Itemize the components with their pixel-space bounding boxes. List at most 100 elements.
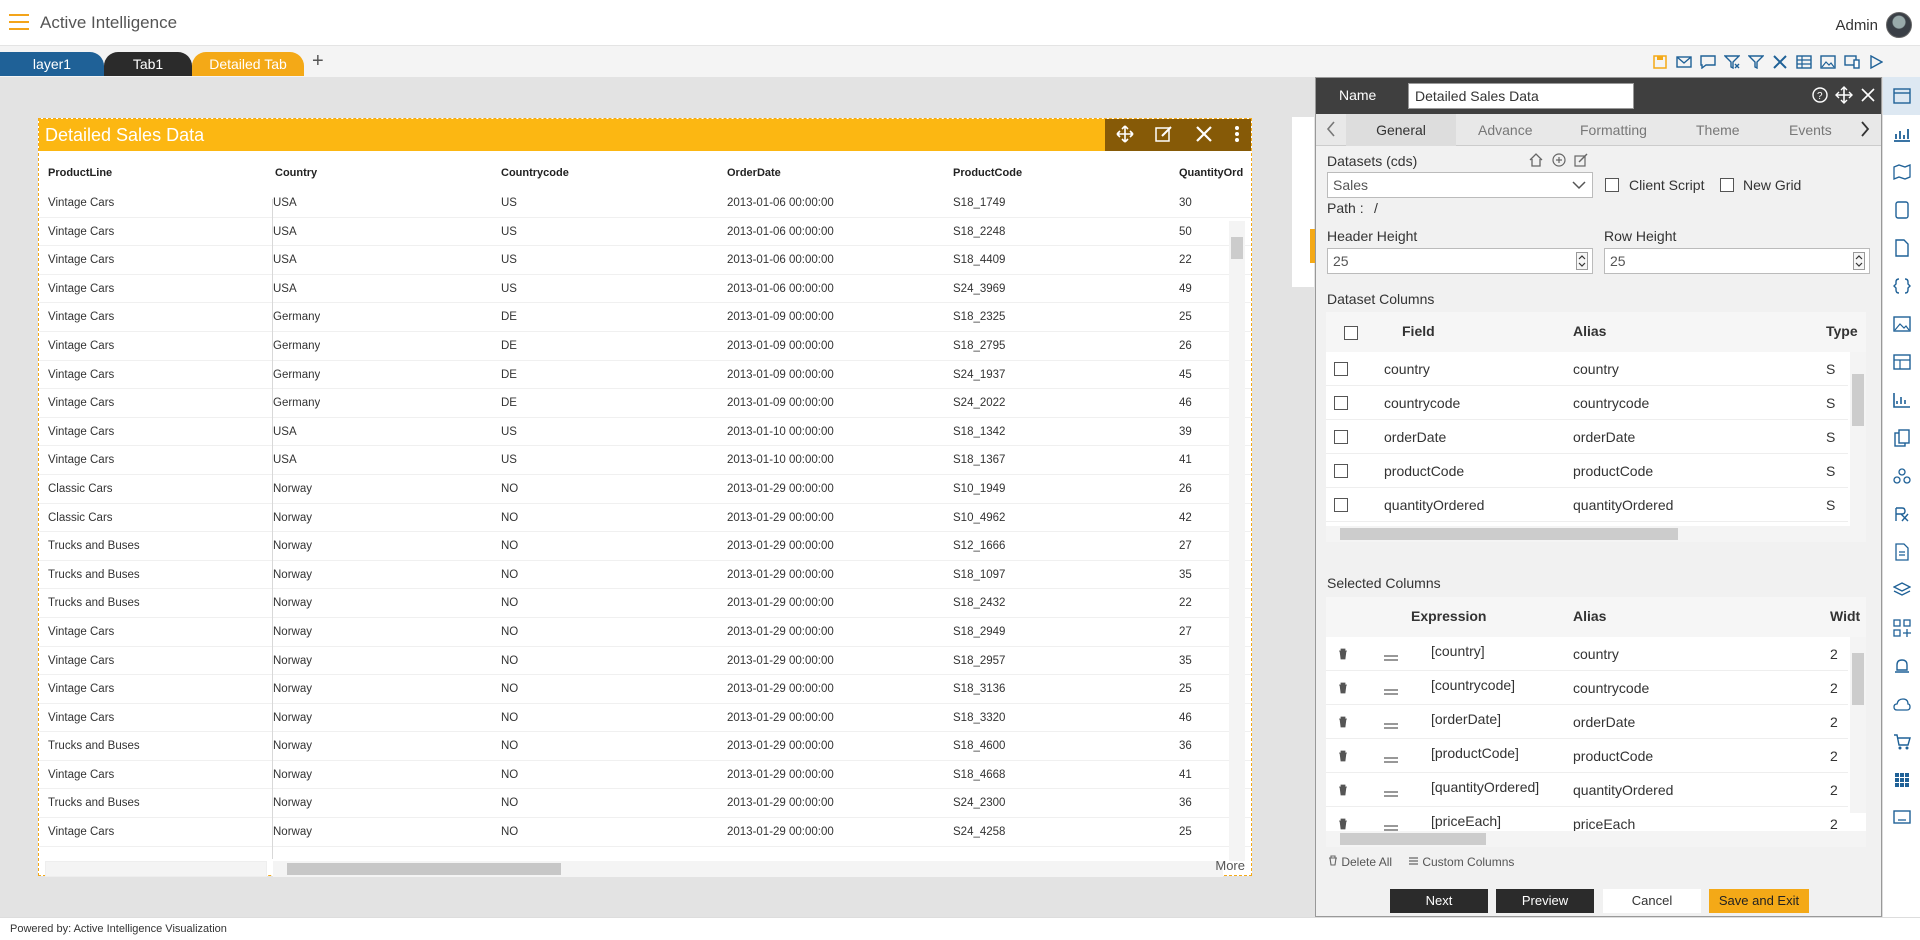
close-icon[interactable] — [1859, 86, 1877, 107]
column-header[interactable]: Country — [275, 167, 317, 179]
frozen-horizontal-scrollbar[interactable] — [45, 861, 267, 877]
client-script-checkbox[interactable] — [1605, 178, 1619, 192]
stepper-icon[interactable] — [1576, 252, 1588, 273]
tab-layer1[interactable]: layer1 — [0, 52, 104, 76]
help-icon[interactable]: ? — [1811, 86, 1829, 107]
horizontal-scrollbar[interactable] — [273, 861, 1223, 877]
table-row[interactable]: Vintage Cars Germany DE 2013-01-09 00:00:00… — [39, 332, 1251, 361]
list-item[interactable]: productCode productCode S — [1326, 454, 1848, 488]
row-checkbox[interactable] — [1334, 362, 1348, 376]
table-row[interactable]: Trucks and Buses Norway NO 2013-01-29 00:00… — [39, 532, 1251, 561]
next-button[interactable]: Next — [1390, 889, 1488, 913]
row-checkbox[interactable] — [1334, 396, 1348, 410]
play-icon[interactable] — [1866, 52, 1886, 72]
drag-handle-icon[interactable] — [1384, 683, 1398, 699]
layers-icon[interactable] — [1883, 571, 1920, 609]
table-row[interactable]: Vintage Cars Norway NO 2013-01-29 00:00:00 S… — [39, 818, 1251, 847]
avatar[interactable] — [1886, 12, 1912, 38]
alert-icon[interactable] — [1883, 647, 1920, 685]
trash-icon[interactable] — [1338, 715, 1348, 731]
horizontal-scrollbar[interactable] — [1326, 831, 1866, 847]
tabs-prev-icon[interactable] — [1326, 120, 1336, 141]
add-dataset-icon[interactable] — [1552, 153, 1566, 170]
table-row[interactable]: Classic Cars Norway NO 2013-01-29 00:00:00 S… — [39, 475, 1251, 504]
move-icon[interactable] — [1116, 124, 1134, 146]
table-row[interactable]: Vintage Cars USA US 2013-01-06 00:00:00 S18_… — [39, 246, 1251, 275]
table-row[interactable]: Vintage Cars USA US 2013-01-06 00:00:00 S18_… — [39, 218, 1251, 247]
screen-icon[interactable] — [1883, 799, 1920, 837]
trash-icon[interactable] — [1338, 749, 1348, 765]
report-icon[interactable] — [1883, 533, 1920, 571]
network-icon[interactable] — [1883, 457, 1920, 495]
custom-columns-button[interactable]: Custom Columns — [1408, 855, 1514, 869]
home-icon[interactable] — [1529, 153, 1543, 170]
table-row[interactable]: Vintage Cars Norway NO 2013-01-29 00:00:00 S… — [39, 618, 1251, 647]
row-checkbox[interactable] — [1334, 498, 1348, 512]
list-item[interactable]: [countrycode] countrycode 2 — [1326, 671, 1848, 705]
column-header[interactable]: OrderDate — [727, 167, 781, 179]
comment-icon[interactable] — [1698, 52, 1718, 72]
tab-theme[interactable]: Theme — [1696, 122, 1740, 138]
header-height-input[interactable]: 25 — [1327, 248, 1593, 274]
table-row[interactable]: Trucks and Buses Norway NO 2013-01-29 00:00… — [39, 561, 1251, 590]
drag-handle-icon[interactable] — [1384, 785, 1398, 801]
tab-events[interactable]: Events — [1789, 122, 1832, 138]
device-icon[interactable] — [1842, 52, 1862, 72]
column-header[interactable]: ProductCode — [953, 167, 1022, 179]
list-item[interactable]: [orderDate] orderDate 2 — [1326, 705, 1848, 739]
select-all-checkbox[interactable] — [1344, 326, 1358, 340]
list-item[interactable]: country country S — [1326, 352, 1848, 386]
table-row[interactable]: Vintage Cars Germany DE 2013-01-09 00:00:00… — [39, 361, 1251, 390]
cloud-upload-icon[interactable] — [1883, 685, 1920, 723]
clear-filter-icon[interactable] — [1722, 52, 1742, 72]
name-input[interactable] — [1408, 83, 1634, 109]
table-row[interactable]: Vintage Cars Germany DE 2013-01-09 00:00:00… — [39, 389, 1251, 418]
more-link[interactable]: More — [1215, 858, 1245, 873]
column-header[interactable]: QuantityOrd — [1179, 167, 1251, 179]
cart-icon[interactable] — [1883, 723, 1920, 761]
vertical-scrollbar[interactable] — [1850, 352, 1866, 526]
tab-formatting[interactable]: Formatting — [1580, 122, 1647, 138]
apps-icon[interactable] — [1883, 761, 1920, 799]
delete-all-button[interactable]: Delete All — [1328, 855, 1392, 869]
column-header[interactable]: Countrycode — [501, 167, 569, 179]
drag-handle-icon[interactable] — [1384, 717, 1398, 733]
user-menu[interactable]: Admin — [1835, 12, 1912, 38]
table-icon[interactable] — [1794, 52, 1814, 72]
drag-handle-icon[interactable] — [1384, 751, 1398, 767]
list-item[interactable]: quantityOrdered quantityOrdered S — [1326, 488, 1848, 522]
table-row[interactable]: Vintage Cars USA US 2013-01-10 00:00:00 S18_… — [39, 446, 1251, 475]
map-icon[interactable] — [1883, 153, 1920, 191]
image-icon[interactable] — [1818, 52, 1838, 72]
widgets-icon[interactable] — [1883, 609, 1920, 647]
device-icon[interactable] — [1883, 191, 1920, 229]
save-and-exit-button[interactable]: Save and Exit — [1709, 889, 1809, 913]
move-icon[interactable] — [1835, 86, 1853, 107]
layout-icon[interactable] — [1883, 343, 1920, 381]
row-checkbox[interactable] — [1334, 464, 1348, 478]
table-row[interactable]: Trucks and Buses Norway NO 2013-01-29 00:00… — [39, 589, 1251, 618]
table-row[interactable]: Vintage Cars Norway NO 2013-01-29 00:00:00 S… — [39, 704, 1251, 733]
analytics-icon[interactable] — [1883, 381, 1920, 419]
drag-handle-icon[interactable] — [1384, 649, 1398, 665]
tab-general[interactable]: General — [1346, 114, 1456, 146]
vertical-scrollbar[interactable] — [1850, 637, 1866, 813]
list-item[interactable]: [quantityOrdered] quantityOrdered 2 — [1326, 773, 1848, 807]
document-icon[interactable] — [1883, 229, 1920, 267]
copy-icon[interactable] — [1883, 419, 1920, 457]
filter-icon[interactable] — [1746, 52, 1766, 72]
code-braces-icon[interactable] — [1883, 267, 1920, 305]
tools-icon[interactable] — [1770, 52, 1790, 72]
grid-widget-icon[interactable] — [1883, 77, 1920, 115]
preview-button[interactable]: Preview — [1496, 889, 1594, 913]
dataset-select[interactable]: Sales — [1327, 172, 1593, 198]
table-row[interactable]: Classic Cars Norway NO 2013-01-29 00:00:00 S… — [39, 504, 1251, 533]
column-header[interactable]: ProductLine — [48, 167, 112, 179]
list-item[interactable]: countrycode countrycode S — [1326, 386, 1848, 420]
grid-widget[interactable]: Detailed Sales Data ProductLine Country … — [38, 118, 1252, 877]
tab-detailed-tab[interactable]: Detailed Tab — [192, 52, 304, 76]
table-row[interactable]: Trucks and Buses Norway NO 2013-01-29 00:00… — [39, 789, 1251, 819]
vertical-scrollbar[interactable] — [1229, 221, 1245, 861]
edit-icon[interactable] — [1155, 125, 1173, 146]
mail-icon[interactable] — [1674, 52, 1694, 72]
